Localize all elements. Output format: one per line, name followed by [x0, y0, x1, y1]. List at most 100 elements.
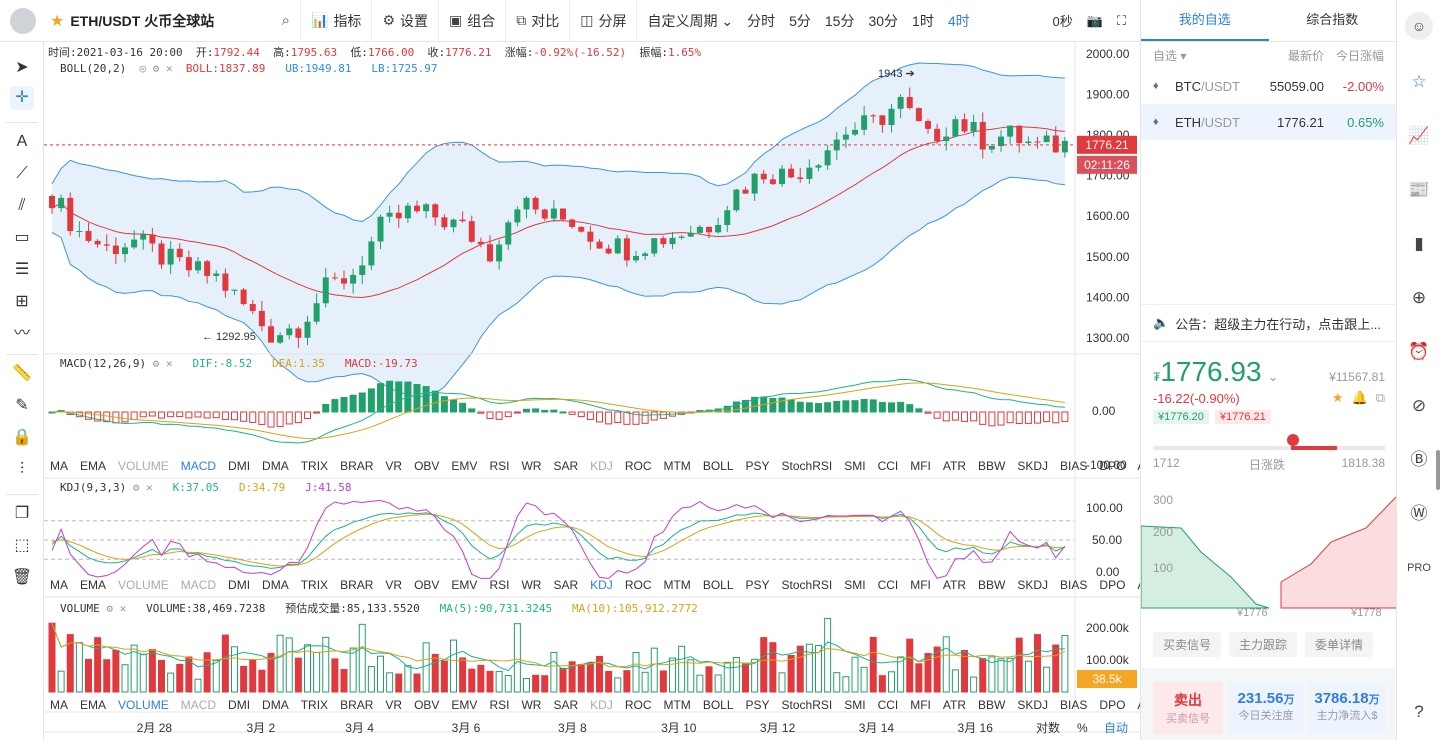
signal-button[interactable]: 买卖信号 [1153, 632, 1222, 657]
indicator-tab-psy[interactable]: PSY [740, 578, 776, 596]
indicator-tab-smi[interactable]: SMI [838, 459, 871, 477]
tab-index[interactable]: 综合指数 [1269, 0, 1397, 41]
indicator-tab-kdj[interactable]: KDJ [584, 578, 619, 596]
indicator-tab-roc[interactable]: ROC [619, 578, 658, 596]
add-window-icon[interactable]: ⊕ [1405, 284, 1433, 312]
indicator-tab-atr[interactable]: ATR [937, 459, 972, 477]
indicator-tab-boll[interactable]: BOLL [697, 578, 740, 596]
indicator-tab-sar[interactable]: SAR [547, 578, 584, 596]
indicator-tab-atr[interactable]: ATR [937, 578, 972, 596]
custom-period-dropdown[interactable]: 自定义周期 ⌄ [647, 11, 733, 31]
indicator-tab-mfi[interactable]: MFI [904, 578, 937, 596]
indicator-tab-macd[interactable]: MACD [175, 698, 222, 716]
pro-icon[interactable]: PRO [1405, 554, 1433, 582]
toolbar-split-screen-button[interactable]: ◫ 分屏 [569, 0, 636, 41]
indicator-tab-cci[interactable]: CCI [872, 578, 905, 596]
indicator-tab-dma[interactable]: DMA [256, 459, 295, 477]
watchlist-row[interactable]: ♦ BTC/USDT 55059.00 -2.00% [1141, 68, 1396, 104]
indicator-tab-ma[interactable]: MA [44, 698, 74, 716]
fibonacci-icon[interactable]: ☰ [10, 258, 34, 282]
indicator-tab-mtm[interactable]: MTM [657, 578, 696, 596]
toolbar-chart-indicator-button[interactable]: 📊 指标 [300, 0, 371, 41]
indicator-tab-boll[interactable]: BOLL [697, 698, 740, 716]
indicator-tab-ma[interactable]: MA [44, 578, 74, 596]
indicator-tab-skdj[interactable]: SKDJ [1011, 578, 1054, 596]
indicator-tab-psy[interactable]: PSY [740, 459, 776, 477]
indicator-tab-ema[interactable]: EMA [74, 698, 112, 716]
indicator-tab-smi[interactable]: SMI [838, 578, 871, 596]
grid-tool-icon[interactable]: ⊞ [10, 290, 34, 314]
indicator-tab-dma[interactable]: DMA [256, 698, 295, 716]
explore-icon[interactable]: ⊘ [1405, 392, 1433, 420]
toolbar-compare-button[interactable]: ⧉ 对比 [505, 0, 569, 41]
indicator-tab-rsi[interactable]: RSI [483, 698, 515, 716]
indicator-tab-bbw[interactable]: BBW [972, 578, 1011, 596]
bell-icon[interactable]: 🔔 [1352, 390, 1368, 406]
indicator-tab-mfi[interactable]: MFI [904, 459, 937, 477]
search-icon[interactable]: ⌕ [282, 12, 290, 29]
indicator-tab-stochrsi[interactable]: StochRSI [776, 698, 839, 716]
favorite-star-icon[interactable]: ★ [50, 11, 64, 31]
indicator-tab-cci[interactable]: CCI [872, 698, 905, 716]
rectangle-icon[interactable]: ▭ [10, 226, 34, 250]
chevron-down-icon[interactable]: ⌄ [1268, 369, 1279, 385]
toolbar-combo-button[interactable]: ▣ 组合 [438, 0, 505, 41]
indicator-tab-vr[interactable]: VR [379, 698, 408, 716]
b-icon[interactable]: Ⓑ [1405, 446, 1433, 474]
order-detail-button[interactable]: 委单详情 [1305, 632, 1374, 657]
w-icon[interactable]: Ⓦ [1405, 500, 1433, 528]
indicator-tab-dma[interactable]: DMA [256, 578, 295, 596]
tab-watchlist[interactable]: 我的自选 [1141, 0, 1269, 41]
pointer-icon[interactable]: ➤ [10, 56, 34, 80]
indicator-tab-ema[interactable]: EMA [74, 578, 112, 596]
indicator-tab-boll[interactable]: BOLL [697, 459, 740, 477]
pencil-icon[interactable]: ✎ [10, 394, 34, 418]
period-0[interactable]: 分时 [747, 11, 775, 31]
bar-chart-icon[interactable]: ▮ [1405, 230, 1433, 258]
indicator-tab-mtm[interactable]: MTM [657, 459, 696, 477]
period-1[interactable]: 5分 [789, 11, 811, 31]
indicator-tab-mtm[interactable]: MTM [657, 698, 696, 716]
indicator-tab-obv[interactable]: OBV [408, 578, 445, 596]
indicator-tab-rsi[interactable]: RSI [483, 578, 515, 596]
indicator-tab-rsi[interactable]: RSI [483, 459, 515, 477]
lock-icon[interactable]: 🔒 [10, 426, 34, 450]
indicator-tab-bbw[interactable]: BBW [972, 698, 1011, 716]
indicator-tab-bias[interactable]: BIAS [1054, 459, 1093, 477]
trend-chart-icon[interactable]: 📈 [1405, 122, 1433, 150]
toolbar-gear-button[interactable]: ⚙ 设置 [371, 0, 438, 41]
fullscreen-icon[interactable]: ⛶ [1117, 13, 1126, 29]
crosshair-icon[interactable]: ✛ [10, 86, 34, 110]
indicator-tab-brar[interactable]: BRAR [334, 578, 379, 596]
indicator-tab-dmi[interactable]: DMI [222, 578, 256, 596]
watchlist-row[interactable]: ♦ ETH/USDT 1776.21 0.65% [1141, 104, 1396, 140]
indicator-tab-skdj[interactable]: SKDJ [1011, 459, 1054, 477]
parallel-lines-icon[interactable]: ⫽ [10, 194, 34, 218]
period-4[interactable]: 1时 [912, 11, 934, 31]
watchlist-star-icon[interactable]: ☆ [1405, 68, 1433, 96]
indicator-tab-kdj[interactable]: KDJ [584, 459, 619, 477]
text-tool-icon[interactable]: A [10, 130, 34, 154]
indicator-tab-ema[interactable]: EMA [74, 459, 112, 477]
indicator-tab-dpo[interactable]: DPO [1093, 698, 1131, 716]
period-2[interactable]: 15分 [825, 11, 855, 31]
notice-bar[interactable]: 🔈 公告：超级主力在行动，点击跟上... [1141, 304, 1397, 342]
indicator-tab-emv[interactable]: EMV [445, 578, 483, 596]
indicator-tab-roc[interactable]: ROC [619, 459, 658, 477]
indicator-tab-bias[interactable]: BIAS [1054, 578, 1093, 596]
indicator-tab-skdj[interactable]: SKDJ [1011, 698, 1054, 716]
indicator-tab-brar[interactable]: BRAR [334, 459, 379, 477]
share-icon[interactable]: ⧉ [1376, 390, 1385, 406]
period-5[interactable]: 4时 [948, 11, 970, 31]
indicator-tab-emv[interactable]: EMV [445, 459, 483, 477]
indicator-tab-vr[interactable]: VR [379, 459, 408, 477]
indicator-tab-stochrsi[interactable]: StochRSI [776, 578, 839, 596]
indicator-tab-vr[interactable]: VR [379, 578, 408, 596]
indicator-tab-wr[interactable]: WR [515, 459, 547, 477]
watch-group-dropdown[interactable]: 自选 ▾ [1153, 47, 1244, 64]
indicator-tab-mfi[interactable]: MFI [904, 698, 937, 716]
camera-icon[interactable]: 📷 [1087, 13, 1103, 29]
indicator-tab-dpo[interactable]: DPO [1093, 459, 1131, 477]
chart-canvas[interactable]: 2000.001900.001800.001700.001600.001500.… [44, 42, 1140, 740]
ruler-icon[interactable]: 📏 [10, 362, 34, 386]
